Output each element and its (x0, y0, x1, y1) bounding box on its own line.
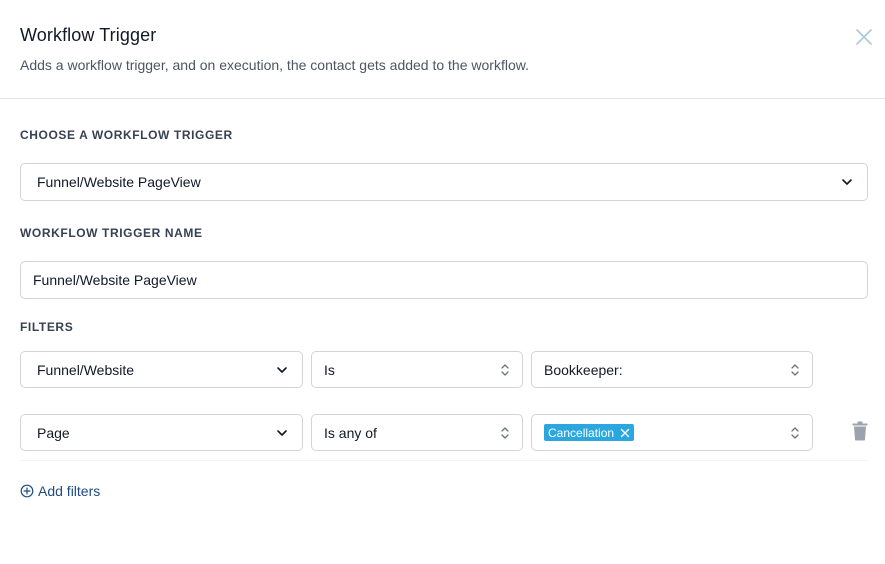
filter-1-field-value: Funnel/Website (37, 361, 135, 378)
chevron-down-icon (277, 429, 287, 436)
trigger-name-input[interactable] (20, 261, 868, 299)
trash-icon[interactable] (851, 421, 869, 441)
filter-2-field-value: Page (37, 424, 70, 441)
modal-title: Workflow Trigger (20, 25, 157, 45)
trigger-label: CHOOSE A WORKFLOW TRIGGER (20, 128, 233, 142)
tag-chip: Cancellation (544, 424, 635, 441)
plus-circle-icon (20, 484, 34, 498)
remove-tag-icon[interactable] (620, 428, 630, 438)
filter-1-value: Bookkeeper: (544, 361, 623, 378)
chevron-down-icon (842, 179, 852, 185)
filter-2-operator-select[interactable]: Is any of (311, 414, 523, 451)
up-down-chevron-icon (791, 363, 799, 376)
filter-1-operator-select[interactable]: Is (311, 351, 523, 388)
filters-label: FILTERS (20, 320, 74, 334)
trigger-select[interactable]: Funnel/Website PageView (20, 163, 868, 201)
modal-subtitle: Adds a workflow trigger, and on executio… (20, 57, 529, 73)
filter-2-operator-value: Is any of (324, 424, 377, 441)
chevron-down-icon (277, 366, 287, 373)
add-filters-button[interactable]: Add filters (20, 483, 100, 499)
filter-1-field-select[interactable]: Funnel/Website (20, 351, 303, 388)
filter-1-value-select[interactable]: Bookkeeper: (531, 351, 813, 388)
filter-1-operator-value: Is (324, 361, 335, 378)
modal-header: Workflow Trigger Adds a workflow trigger… (0, 0, 885, 99)
close-icon[interactable] (854, 27, 874, 47)
filter-2-field-select[interactable]: Page (20, 414, 303, 451)
filter-2-value-multiselect[interactable]: Cancellation (531, 414, 813, 451)
up-down-chevron-icon (791, 426, 799, 439)
up-down-chevron-icon (501, 363, 509, 376)
tag-label: Cancellation (548, 425, 615, 440)
trigger-select-value: Funnel/Website PageView (37, 174, 201, 190)
trigger-name-label: WORKFLOW TRIGGER NAME (20, 226, 203, 240)
up-down-chevron-icon (501, 426, 509, 439)
add-filters-label: Add filters (38, 483, 101, 499)
